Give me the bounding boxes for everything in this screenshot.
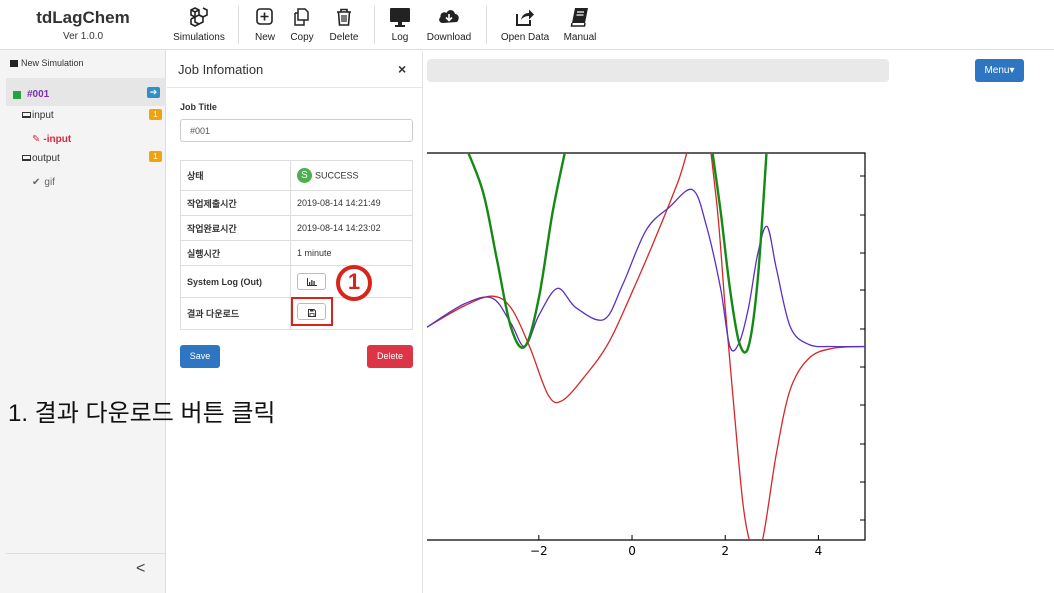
open-data-label: Open Data [500, 32, 550, 43]
table-row: System Log (Out) [180, 265, 413, 298]
arrow-right-icon[interactable]: ➔ [147, 87, 160, 98]
output-file-label: gif [44, 177, 55, 188]
submit-time-key: 작업제출시간 [180, 190, 291, 216]
result-download-key: 결과 다운로드 [180, 297, 291, 330]
x-tick-label: 0 [628, 544, 636, 558]
check-icon: ✔ [32, 177, 41, 188]
app-brand: tdLagChem Ver 1.0.0 [0, 0, 166, 50]
new-simulation-label: New Simulation [21, 58, 84, 68]
x-tick-label: 2 [721, 544, 729, 558]
toolbar-divider [486, 6, 487, 44]
bar-chart-icon [306, 278, 317, 286]
step-marker-number: 1 [347, 269, 361, 294]
cubes-icon [190, 7, 208, 27]
job-title-value: #001 [190, 126, 211, 136]
new-label: New [254, 32, 275, 43]
collapse-sidebar-icon[interactable]: < [136, 560, 145, 578]
simulations-button[interactable]: Simulations [172, 6, 226, 46]
panel-header: Job Infomation × [167, 51, 423, 88]
delete-job-button[interactable]: Delete [367, 345, 413, 368]
success-status-icon: S [297, 168, 312, 183]
status-key: 상태 [180, 160, 291, 191]
job-id-label: #001 [27, 89, 50, 100]
input-file-label: -input [43, 134, 72, 145]
log-button[interactable]: Log [385, 6, 415, 46]
job-title-input[interactable]: #001 [180, 119, 413, 142]
step-caption: 1. 결과 다운로드 버튼 클릭 [8, 400, 276, 427]
output-count-badge: 1 [149, 151, 162, 162]
share-icon [516, 9, 534, 26]
x-tick-label: 4 [815, 544, 823, 558]
download-toolbar-button[interactable]: Download [426, 6, 472, 46]
trash-icon [337, 8, 351, 26]
table-row: 작업제출시간 2019-08-14 14:21:49 [180, 190, 413, 216]
copy-label: Copy [290, 32, 314, 43]
plus-square-icon [256, 8, 273, 25]
laptop-icon [22, 112, 31, 118]
app-title: tdLagChem [36, 8, 130, 27]
done-time-key: 작업완료시간 [180, 215, 291, 241]
panel-title: Job Infomation [178, 62, 264, 77]
floppy-disk-icon [307, 309, 316, 317]
search-bar[interactable] [427, 59, 889, 82]
close-icon[interactable]: × [398, 61, 406, 77]
status-cell: S SUCCESS [290, 160, 413, 191]
chart-series [427, 153, 865, 540]
laptop-icon [22, 155, 31, 161]
submit-time-value: 2019-08-14 14:21:49 [290, 190, 413, 216]
toolbar-divider [374, 6, 375, 44]
runtime-value: 1 minute [290, 240, 413, 266]
manual-button[interactable]: Manual [562, 6, 598, 46]
monitor-icon [390, 8, 410, 27]
chart-ticks: −2 0 2 4 [530, 535, 822, 558]
result-chart: −2 0 2 4 [427, 152, 866, 558]
system-log-button[interactable] [297, 273, 326, 290]
copy-button[interactable]: Copy [286, 6, 318, 46]
save-button[interactable]: Save [180, 345, 220, 368]
chart-frame [427, 152, 866, 541]
toolbar-divider [238, 6, 239, 44]
chart-axes-frame [427, 152, 866, 541]
table-row: 상태 S SUCCESS [180, 160, 413, 191]
simulations-label: Simulations [173, 32, 225, 43]
step-marker: 1 [334, 265, 374, 301]
input-folder-label: input [32, 110, 54, 121]
sidebar: New Simulation #001 ➔ input 1 ✎ -input ou… [0, 50, 166, 593]
cloud-download-icon [439, 10, 459, 23]
app-version: Ver 1.0.0 [62, 31, 104, 42]
series-line [467, 153, 566, 349]
top-toolbar: tdLagChem Ver 1.0.0 Simulations New Copy [0, 0, 1054, 50]
edit-icon: ✎ [32, 134, 41, 145]
series-line [427, 153, 865, 540]
book-icon [570, 8, 588, 27]
sidebar-divider [6, 553, 166, 554]
delete-toolbar-button[interactable]: Delete [328, 6, 360, 46]
menu-button[interactable]: Menu▾ [975, 59, 1024, 82]
x-tick-label: −2 [530, 544, 548, 558]
new-simulation-item[interactable]: New Simulation [10, 58, 170, 68]
open-data-button[interactable]: Open Data [500, 6, 550, 46]
series-line [427, 188, 865, 352]
job-info-panel: Job Infomation × Job Title #001 상태 S SUCC… [167, 51, 423, 593]
job-item[interactable]: #001 ➔ [6, 78, 166, 106]
status-value: SUCCESS [315, 170, 359, 181]
folder-icon [10, 60, 18, 67]
input-count-badge: 1 [149, 109, 162, 120]
new-button[interactable]: New [250, 6, 280, 46]
done-time-value: 2019-08-14 14:23:02 [290, 215, 413, 241]
result-download-button[interactable] [297, 303, 326, 320]
system-log-key: System Log (Out) [180, 265, 291, 298]
output-folder-label: output [32, 153, 60, 164]
manual-label: Manual [563, 32, 597, 43]
table-row: 실행시간 1 minute [180, 240, 413, 266]
runtime-key: 실행시간 [180, 240, 291, 266]
job-title-label: Job Title [180, 102, 217, 112]
copy-icon [294, 8, 309, 26]
download-toolbar-label: Download [426, 32, 472, 43]
delete-toolbar-label: Delete [329, 32, 359, 43]
table-row: 작업완료시간 2019-08-14 14:23:02 [180, 215, 413, 241]
log-label: Log [391, 32, 409, 43]
job-color-icon [13, 91, 21, 99]
